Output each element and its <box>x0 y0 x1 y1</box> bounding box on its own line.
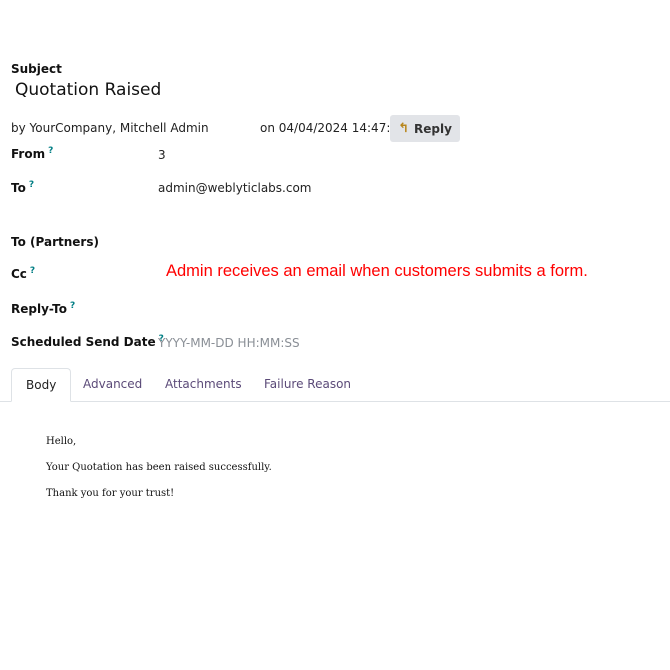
subject-label: Subject <box>11 62 62 76</box>
to-partners-label: To (Partners) <box>11 235 99 249</box>
cc-label-text: Cc <box>11 267 27 281</box>
body-greeting: Hello, <box>46 436 77 447</box>
scheduled-date-input[interactable]: YYYY-MM-DD HH:MM:SS <box>158 336 300 350</box>
annotation-note: Admin receives an email when customers s… <box>166 262 588 280</box>
to-help-icon[interactable]: ? <box>29 180 34 190</box>
body-line-1: Your Quotation has been raised successfu… <box>46 462 272 473</box>
tab-bar: Body Advanced Attachments Failure Reason <box>0 368 670 402</box>
tab-attachments[interactable]: Attachments <box>165 368 242 401</box>
body-line-2: Thank you for your trust! <box>46 488 175 499</box>
subject-value: Quotation Raised <box>15 80 162 100</box>
reply-button-label: Reply <box>414 121 452 136</box>
from-label-text: From <box>11 147 46 161</box>
cc-label: Cc? <box>11 266 35 281</box>
to-value[interactable]: admin@weblyticlabs.com <box>158 181 312 195</box>
reply-to-help-icon[interactable]: ? <box>70 301 75 311</box>
reply-to-label-text: Reply-To <box>11 302 67 316</box>
author-line: by YourCompany, Mitchell Admin <box>11 121 209 135</box>
to-label-text: To <box>11 181 26 195</box>
to-label: To? <box>11 180 34 195</box>
from-value[interactable]: 3 <box>158 148 166 162</box>
scheduled-label: Scheduled Send Date? <box>11 334 164 349</box>
sent-date: on 04/04/2024 14:47:38 <box>260 121 406 135</box>
reply-to-label: Reply-To? <box>11 301 75 316</box>
reply-button[interactable]: ↰ Reply <box>390 115 460 142</box>
tab-failure-reason[interactable]: Failure Reason <box>264 368 351 401</box>
tab-body[interactable]: Body <box>11 368 72 402</box>
from-help-icon[interactable]: ? <box>48 146 53 156</box>
scheduled-label-text: Scheduled Send Date <box>11 335 156 349</box>
tab-advanced[interactable]: Advanced <box>83 368 142 401</box>
cc-help-icon[interactable]: ? <box>30 266 35 276</box>
from-label: From? <box>11 146 53 161</box>
reply-arrow-icon: ↰ <box>398 121 409 136</box>
